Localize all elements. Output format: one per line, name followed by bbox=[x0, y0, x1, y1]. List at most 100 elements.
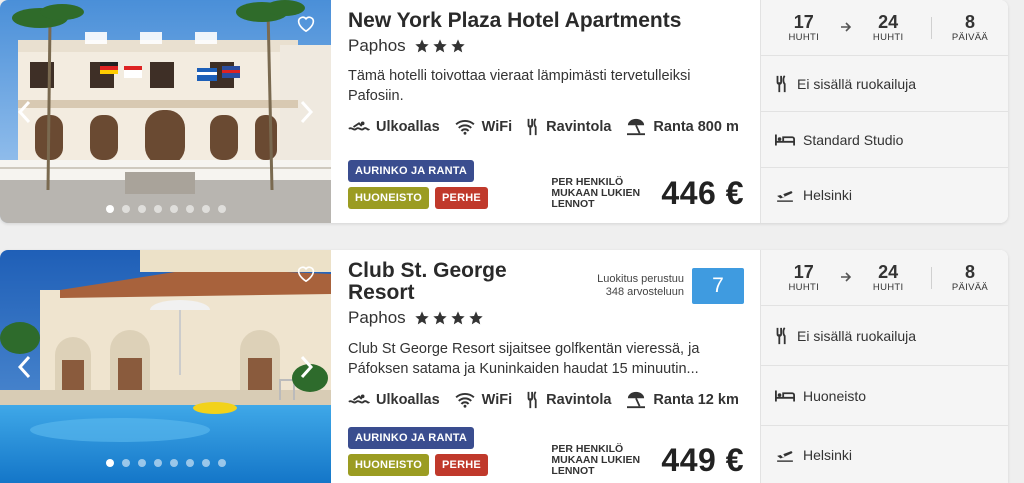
price-value: 449 € bbox=[661, 442, 744, 478]
carousel-dot[interactable] bbox=[169, 205, 178, 213]
plane-departure-icon bbox=[777, 191, 793, 202]
date-to: 24 HUHTI bbox=[872, 12, 904, 43]
pool-icon bbox=[348, 394, 370, 404]
date-to: 24 HUHTI bbox=[872, 262, 904, 293]
star-icon bbox=[415, 311, 429, 325]
hotel-location-row: Paphos bbox=[348, 36, 466, 56]
hotel-location: Paphos bbox=[348, 308, 406, 327]
hotel-description: Club St George Resort sijaitsee golfkent… bbox=[348, 341, 700, 377]
hotel-photo bbox=[0, 250, 331, 483]
tag-list: AURINKO JA RANTA HUONEISTO PERHE bbox=[348, 427, 488, 481]
carousel-dot[interactable] bbox=[185, 205, 194, 213]
carousel-next-icon[interactable] bbox=[297, 98, 317, 126]
hotel-card[interactable]: New York Plaza Hotel Apartments Paphos T… bbox=[0, 0, 1008, 223]
carousel-dot[interactable] bbox=[153, 459, 162, 467]
tag-theme: AURINKO JA RANTA bbox=[348, 427, 474, 449]
tag-family: PERHE bbox=[435, 187, 488, 209]
hotel-photo-carousel[interactable] bbox=[0, 0, 331, 223]
hotel-description: Tämä hotelli toivottaa vieraat lämpimäst… bbox=[348, 68, 691, 104]
departure-info: Helsinki bbox=[761, 426, 1008, 483]
amenity-restaurant: Ravintola bbox=[526, 118, 611, 136]
amenity-wifi: WiFi bbox=[454, 391, 512, 409]
price-label: PER HENKILÖ MUKAAN LUKIEN LENNOT bbox=[551, 443, 641, 477]
hotel-name[interactable]: Club St. George Resort bbox=[348, 260, 538, 304]
star-rating bbox=[414, 38, 466, 54]
carousel-dot[interactable] bbox=[153, 205, 162, 213]
wifi-icon bbox=[455, 393, 475, 408]
hotel-card[interactable]: Club St. George Resort Luokitus perustuu… bbox=[0, 250, 1008, 483]
tag-type: HUONEISTO bbox=[348, 454, 429, 476]
trip-length: 8 PÄIVÄÄ bbox=[951, 12, 989, 43]
amenities-list: Ulkoallas WiFi Ravintola Ranta 12 km bbox=[348, 391, 739, 409]
rating-score-badge: 7 bbox=[692, 268, 744, 304]
carousel-dots bbox=[0, 459, 331, 467]
hotel-info: Club St. George Resort Luokitus perustuu… bbox=[348, 250, 748, 483]
trip-length: 8 PÄIVÄÄ bbox=[951, 262, 989, 293]
hotel-photo bbox=[0, 0, 331, 223]
carousel-dot[interactable] bbox=[105, 459, 114, 467]
trip-dates: 17 HUHTI 24 HUHTI 8 PÄIVÄÄ bbox=[761, 0, 1008, 56]
room-info: Huoneisto bbox=[761, 366, 1008, 426]
tag-family: PERHE bbox=[435, 454, 488, 476]
restaurant-icon bbox=[776, 326, 786, 344]
carousel-next-icon[interactable] bbox=[297, 353, 317, 381]
carousel-dot[interactable] bbox=[105, 205, 114, 213]
plane-departure-icon bbox=[777, 450, 793, 462]
amenity-pool: Ulkoallas bbox=[348, 391, 440, 409]
trip-dates: 17 HUHTI 24 HUHTI 8 PÄIVÄÄ bbox=[761, 250, 1008, 306]
trip-summary: 17 HUHTI 24 HUHTI 8 PÄIVÄÄ Ei sisällä ru… bbox=[760, 250, 1008, 483]
tag-type: HUONEISTO bbox=[348, 187, 429, 209]
beach-icon bbox=[627, 391, 646, 409]
price-block[interactable]: PER HENKILÖ MUKAAN LUKIEN LENNOT 446 € bbox=[551, 175, 744, 212]
departure-info: Helsinki bbox=[761, 168, 1008, 222]
hotel-location: Paphos bbox=[348, 36, 406, 55]
tag-theme: AURINKO JA RANTA bbox=[348, 160, 474, 182]
bed-icon bbox=[775, 390, 795, 401]
amenity-beach: Ranta 12 km bbox=[625, 391, 739, 409]
hotel-photo-carousel[interactable] bbox=[0, 250, 331, 483]
amenity-beach: Ranta 800 m bbox=[625, 118, 739, 136]
carousel-dots bbox=[0, 205, 331, 213]
hotel-name[interactable]: New York Plaza Hotel Apartments bbox=[348, 10, 681, 32]
amenity-pool: Ulkoallas bbox=[348, 118, 440, 136]
carousel-dot[interactable] bbox=[121, 205, 130, 213]
star-icon bbox=[451, 311, 465, 325]
carousel-dot[interactable] bbox=[121, 459, 130, 467]
carousel-dot[interactable] bbox=[217, 205, 226, 213]
board-info: Ei sisällä ruokailuja bbox=[761, 56, 1008, 112]
price-label: PER HENKILÖ MUKAAN LUKIEN LENNOT bbox=[551, 176, 641, 210]
carousel-prev-icon[interactable] bbox=[14, 98, 34, 126]
carousel-dot[interactable] bbox=[137, 205, 146, 213]
carousel-dot[interactable] bbox=[185, 459, 194, 467]
pool-icon bbox=[348, 121, 370, 131]
star-icon bbox=[433, 39, 447, 53]
carousel-dot[interactable] bbox=[201, 205, 210, 213]
hotel-info: New York Plaza Hotel Apartments Paphos T… bbox=[348, 0, 748, 223]
room-info: Standard Studio bbox=[761, 112, 1008, 168]
price-value: 446 € bbox=[661, 175, 744, 211]
tag-list: AURINKO JA RANTA HUONEISTO PERHE bbox=[348, 160, 488, 214]
amenity-wifi: WiFi bbox=[454, 118, 512, 136]
price-block[interactable]: PER HENKILÖ MUKAAN LUKIEN LENNOT 449 € bbox=[551, 442, 744, 479]
review-rating[interactable]: Luokitus perustuu 348 arvosteluun 7 bbox=[597, 268, 744, 304]
carousel-prev-icon[interactable] bbox=[14, 353, 34, 381]
amenity-restaurant: Ravintola bbox=[526, 391, 611, 409]
restaurant-icon bbox=[527, 391, 537, 409]
favorite-heart-icon[interactable] bbox=[295, 262, 317, 284]
carousel-dot[interactable] bbox=[217, 459, 226, 467]
carousel-dot[interactable] bbox=[201, 459, 210, 467]
restaurant-icon bbox=[776, 74, 786, 92]
carousel-dot[interactable] bbox=[169, 459, 178, 467]
trip-summary: 17 HUHTI 24 HUHTI 8 PÄIVÄÄ Ei sisällä ru… bbox=[760, 0, 1008, 223]
star-icon bbox=[415, 39, 429, 53]
wifi-icon bbox=[455, 120, 475, 135]
rating-caption: Luokitus perustuu 348 arvosteluun bbox=[597, 273, 684, 298]
star-icon bbox=[433, 311, 447, 325]
hotel-location-row: Paphos bbox=[348, 308, 484, 328]
star-rating bbox=[414, 310, 484, 326]
amenities-list: Ulkoallas WiFi Ravintola Ranta 800 m bbox=[348, 118, 739, 136]
bed-icon bbox=[775, 134, 795, 145]
favorite-heart-icon[interactable] bbox=[295, 12, 317, 34]
star-icon bbox=[469, 311, 483, 325]
carousel-dot[interactable] bbox=[137, 459, 146, 467]
